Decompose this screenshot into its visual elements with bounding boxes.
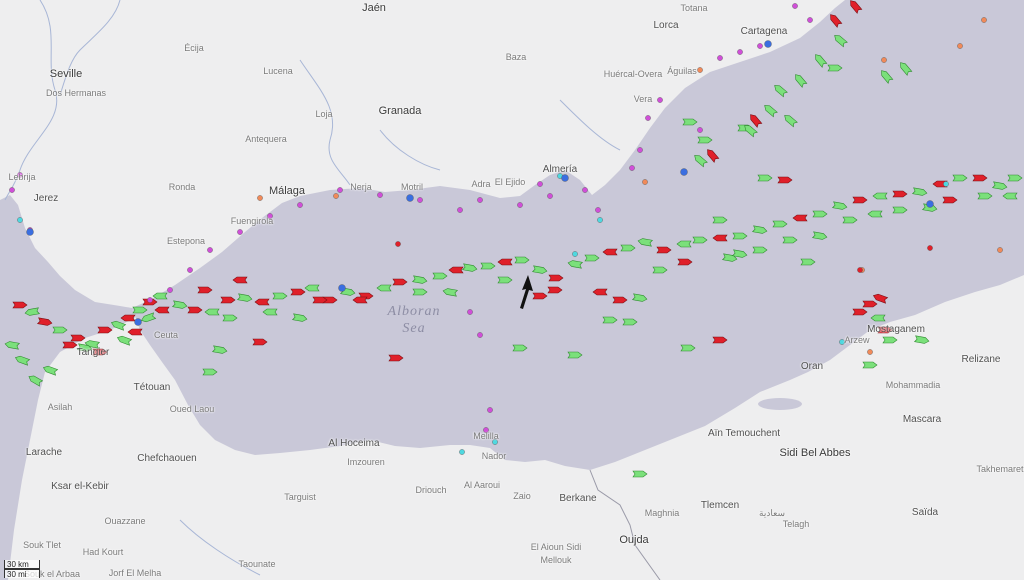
pleasure-vessel-marker[interactable]	[657, 97, 663, 103]
passenger-vessel-marker[interactable]	[134, 318, 142, 326]
pleasure-vessel-marker[interactable]	[377, 192, 383, 198]
pleasure-vessel-marker[interactable]	[537, 181, 543, 187]
pleasure-vessel-marker[interactable]	[297, 202, 303, 208]
pleasure-vessel-marker[interactable]	[792, 3, 798, 9]
tug-vessel-marker[interactable]	[597, 217, 603, 223]
pleasure-vessel-marker[interactable]	[207, 247, 213, 253]
tanker-vessel-marker[interactable]	[395, 241, 401, 247]
pleasure-vessel-marker[interactable]	[582, 187, 588, 193]
passenger-vessel-marker[interactable]	[926, 200, 934, 208]
pleasure-vessel-marker[interactable]	[637, 147, 643, 153]
sea-name-line2: Sea	[402, 321, 426, 336]
pleasure-vessel-marker[interactable]	[807, 17, 813, 23]
tug-vessel-marker[interactable]	[943, 181, 949, 187]
pleasure-vessel-marker[interactable]	[417, 197, 423, 203]
scale-imperial: 30 mi	[4, 569, 40, 579]
scale-bar: 30 km 30 mi	[4, 560, 40, 579]
pleasure-vessel-marker[interactable]	[337, 187, 343, 193]
sea-name-line1: Alboran	[387, 304, 441, 319]
fishing-vessel-marker[interactable]	[333, 193, 339, 199]
tanker-vessel-marker[interactable]	[927, 245, 933, 251]
scale-metric: 30 km	[4, 560, 40, 569]
tug-vessel-marker[interactable]	[17, 217, 23, 223]
fishing-vessel-marker[interactable]	[642, 179, 648, 185]
pleasure-vessel-marker[interactable]	[9, 187, 15, 193]
pleasure-vessel-marker[interactable]	[477, 197, 483, 203]
tug-vessel-marker[interactable]	[572, 251, 578, 257]
passenger-vessel-marker[interactable]	[680, 168, 688, 176]
tug-vessel-marker[interactable]	[459, 449, 465, 455]
pleasure-vessel-marker[interactable]	[517, 202, 523, 208]
pleasure-vessel-marker[interactable]	[467, 309, 473, 315]
passenger-vessel-marker[interactable]	[561, 174, 569, 182]
pleasure-vessel-marker[interactable]	[267, 213, 273, 219]
pleasure-vessel-marker[interactable]	[645, 115, 651, 121]
tug-vessel-marker[interactable]	[492, 439, 498, 445]
pleasure-vessel-marker[interactable]	[757, 43, 763, 49]
fishing-vessel-marker[interactable]	[867, 349, 873, 355]
fishing-vessel-marker[interactable]	[981, 17, 987, 23]
map-canvas[interactable]	[0, 0, 1024, 580]
pleasure-vessel-marker[interactable]	[487, 407, 493, 413]
passenger-vessel-marker[interactable]	[338, 284, 346, 292]
pleasure-vessel-marker[interactable]	[629, 165, 635, 171]
passenger-vessel-marker[interactable]	[764, 40, 772, 48]
pleasure-vessel-marker[interactable]	[237, 229, 243, 235]
pleasure-vessel-marker[interactable]	[483, 427, 489, 433]
fishing-vessel-marker[interactable]	[957, 43, 963, 49]
fishing-vessel-marker[interactable]	[997, 247, 1003, 253]
fishing-vessel-marker[interactable]	[257, 195, 263, 201]
pleasure-vessel-marker[interactable]	[697, 127, 703, 133]
lagoon	[758, 398, 802, 410]
pleasure-vessel-marker[interactable]	[167, 287, 173, 293]
sea-label: Alboran Sea	[388, 303, 441, 337]
pleasure-vessel-marker[interactable]	[737, 49, 743, 55]
fishing-vessel-marker[interactable]	[697, 67, 703, 73]
pleasure-vessel-marker[interactable]	[717, 55, 723, 61]
tug-vessel-marker[interactable]	[839, 339, 845, 345]
pleasure-vessel-marker[interactable]	[477, 332, 483, 338]
pleasure-vessel-marker[interactable]	[147, 297, 153, 303]
passenger-vessel-marker[interactable]	[406, 194, 414, 202]
pleasure-vessel-marker[interactable]	[595, 207, 601, 213]
pleasure-vessel-marker[interactable]	[457, 207, 463, 213]
tanker-vessel-marker[interactable]	[857, 267, 863, 273]
fishing-vessel-marker[interactable]	[881, 57, 887, 63]
pleasure-vessel-marker[interactable]	[187, 267, 193, 273]
pleasure-vessel-marker[interactable]	[17, 172, 23, 178]
passenger-vessel-marker[interactable]	[26, 228, 34, 236]
pleasure-vessel-marker[interactable]	[547, 193, 553, 199]
